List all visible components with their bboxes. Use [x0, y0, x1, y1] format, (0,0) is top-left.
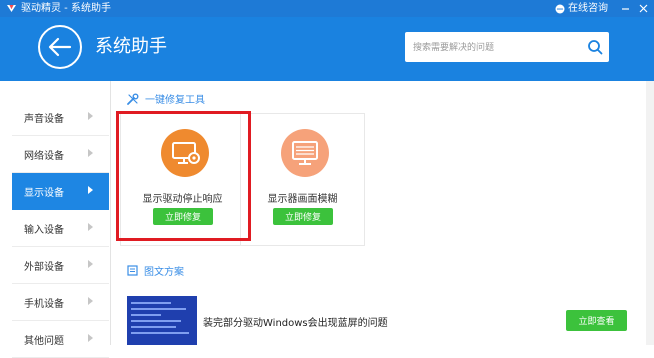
sidebar-item-label: 输入设备: [24, 224, 64, 236]
arrow-left-icon: [48, 37, 72, 57]
search-icon[interactable]: [587, 39, 603, 55]
window-title: 驱动精灵 - 系统助手: [21, 3, 111, 14]
solutions-section-heading: 图文方案: [127, 263, 184, 278]
thumb-line: [131, 302, 171, 304]
sidebar-item-sound[interactable]: 声音设备: [12, 99, 109, 136]
sidebar-item-input[interactable]: 输入设备: [12, 210, 109, 247]
page-title: 系统助手: [95, 36, 167, 57]
document-icon: [127, 265, 138, 276]
sidebar-item-display[interactable]: 显示设备: [12, 173, 109, 210]
tools-icon: [127, 93, 139, 105]
solution-title[interactable]: 装完部分驱动Windows会出现蓝屏的问题: [203, 314, 388, 329]
online-consult-link[interactable]: 在线咨询: [555, 2, 608, 15]
card-label: 显示器画面模糊: [267, 194, 338, 205]
monitor-icon: [292, 141, 318, 165]
chevron-right-icon: [88, 186, 93, 194]
search-box: [405, 32, 609, 62]
thumb-line: [131, 308, 186, 310]
app-logo-icon: [7, 5, 16, 12]
chevron-right-icon: [88, 112, 93, 120]
page-header: 系统助手: [0, 17, 654, 81]
search-input[interactable]: [411, 38, 575, 58]
solution-thumbnail[interactable]: [127, 296, 197, 345]
thumb-line: [131, 326, 176, 328]
sidebar-item-label: 其他问题: [24, 335, 64, 347]
chevron-right-icon: [88, 223, 93, 231]
sidebar-item-label: 外部设备: [24, 261, 64, 273]
close-icon: [639, 4, 647, 13]
card-icon-circle: [281, 129, 329, 177]
thumb-line: [131, 314, 161, 316]
repair-section-heading: 一键修复工具: [127, 91, 205, 106]
chevron-right-icon: [88, 297, 93, 305]
repair-section-title: 一键修复工具: [145, 95, 205, 106]
scrollbar[interactable]: [646, 81, 654, 345]
sidebar-item-external[interactable]: 外部设备: [12, 247, 109, 284]
sidebar: 声音设备 网络设备 显示设备 输入设备 外部设备 手机设备 其他问题: [0, 81, 111, 358]
minimize-icon: [621, 8, 629, 10]
sidebar-item-label: 手机设备: [24, 298, 64, 310]
back-button[interactable]: [38, 25, 82, 69]
thumb-line: [131, 320, 181, 322]
sidebar-item-network[interactable]: 网络设备: [12, 136, 109, 173]
sidebar-item-label: 网络设备: [24, 150, 64, 162]
chevron-right-icon: [88, 260, 93, 268]
online-consult-label: 在线咨询: [568, 3, 608, 14]
thumb-line: [131, 332, 189, 334]
sidebar-item-other[interactable]: 其他问题: [12, 321, 109, 358]
close-button[interactable]: [634, 0, 652, 17]
fix-now-button[interactable]: 立即修复: [273, 208, 333, 225]
sidebar-item-label: 声音设备: [24, 113, 64, 125]
sidebar-item-mobile[interactable]: 手机设备: [12, 284, 109, 321]
title-bar: 驱动精灵 - 系统助手 在线咨询: [0, 0, 654, 17]
chat-icon: [555, 4, 565, 13]
view-now-button[interactable]: 立即查看: [566, 310, 627, 331]
chevron-right-icon: [88, 334, 93, 342]
chevron-right-icon: [88, 149, 93, 157]
minimize-button[interactable]: [616, 0, 634, 17]
sidebar-item-label: 显示设备: [24, 187, 64, 199]
repair-card-display-blurry[interactable]: 显示器画面模糊 立即修复: [240, 113, 365, 246]
solutions-section-title: 图文方案: [144, 267, 184, 278]
highlight-box: [116, 111, 251, 241]
